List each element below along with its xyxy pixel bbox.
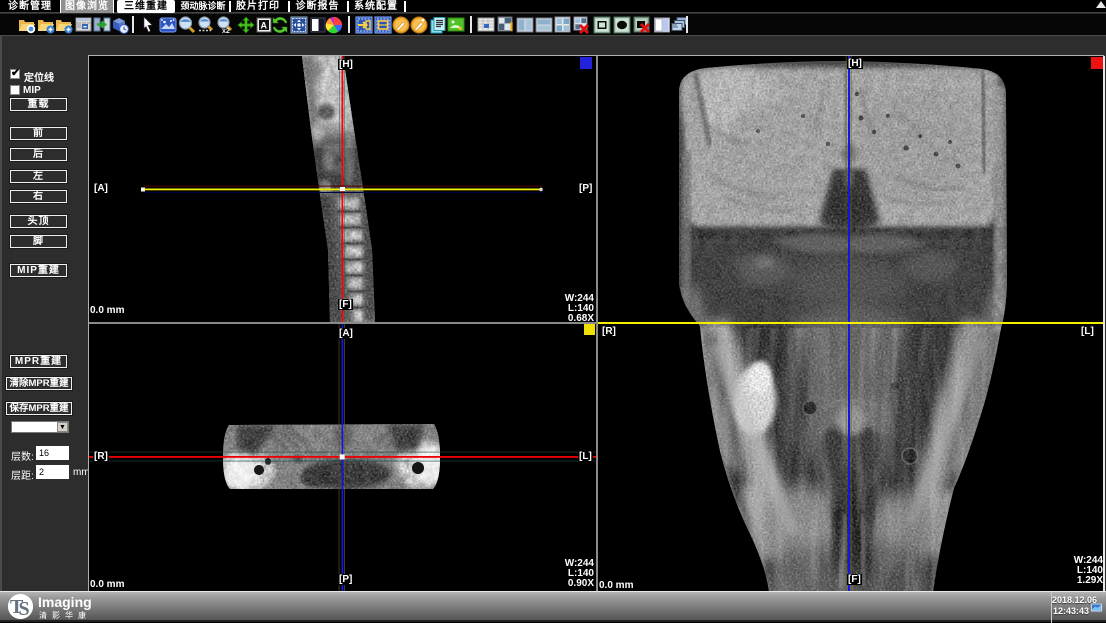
svg-text:x2: x2 xyxy=(222,28,230,34)
svg-text:A: A xyxy=(261,21,268,31)
svg-text:S: S xyxy=(19,598,30,619)
